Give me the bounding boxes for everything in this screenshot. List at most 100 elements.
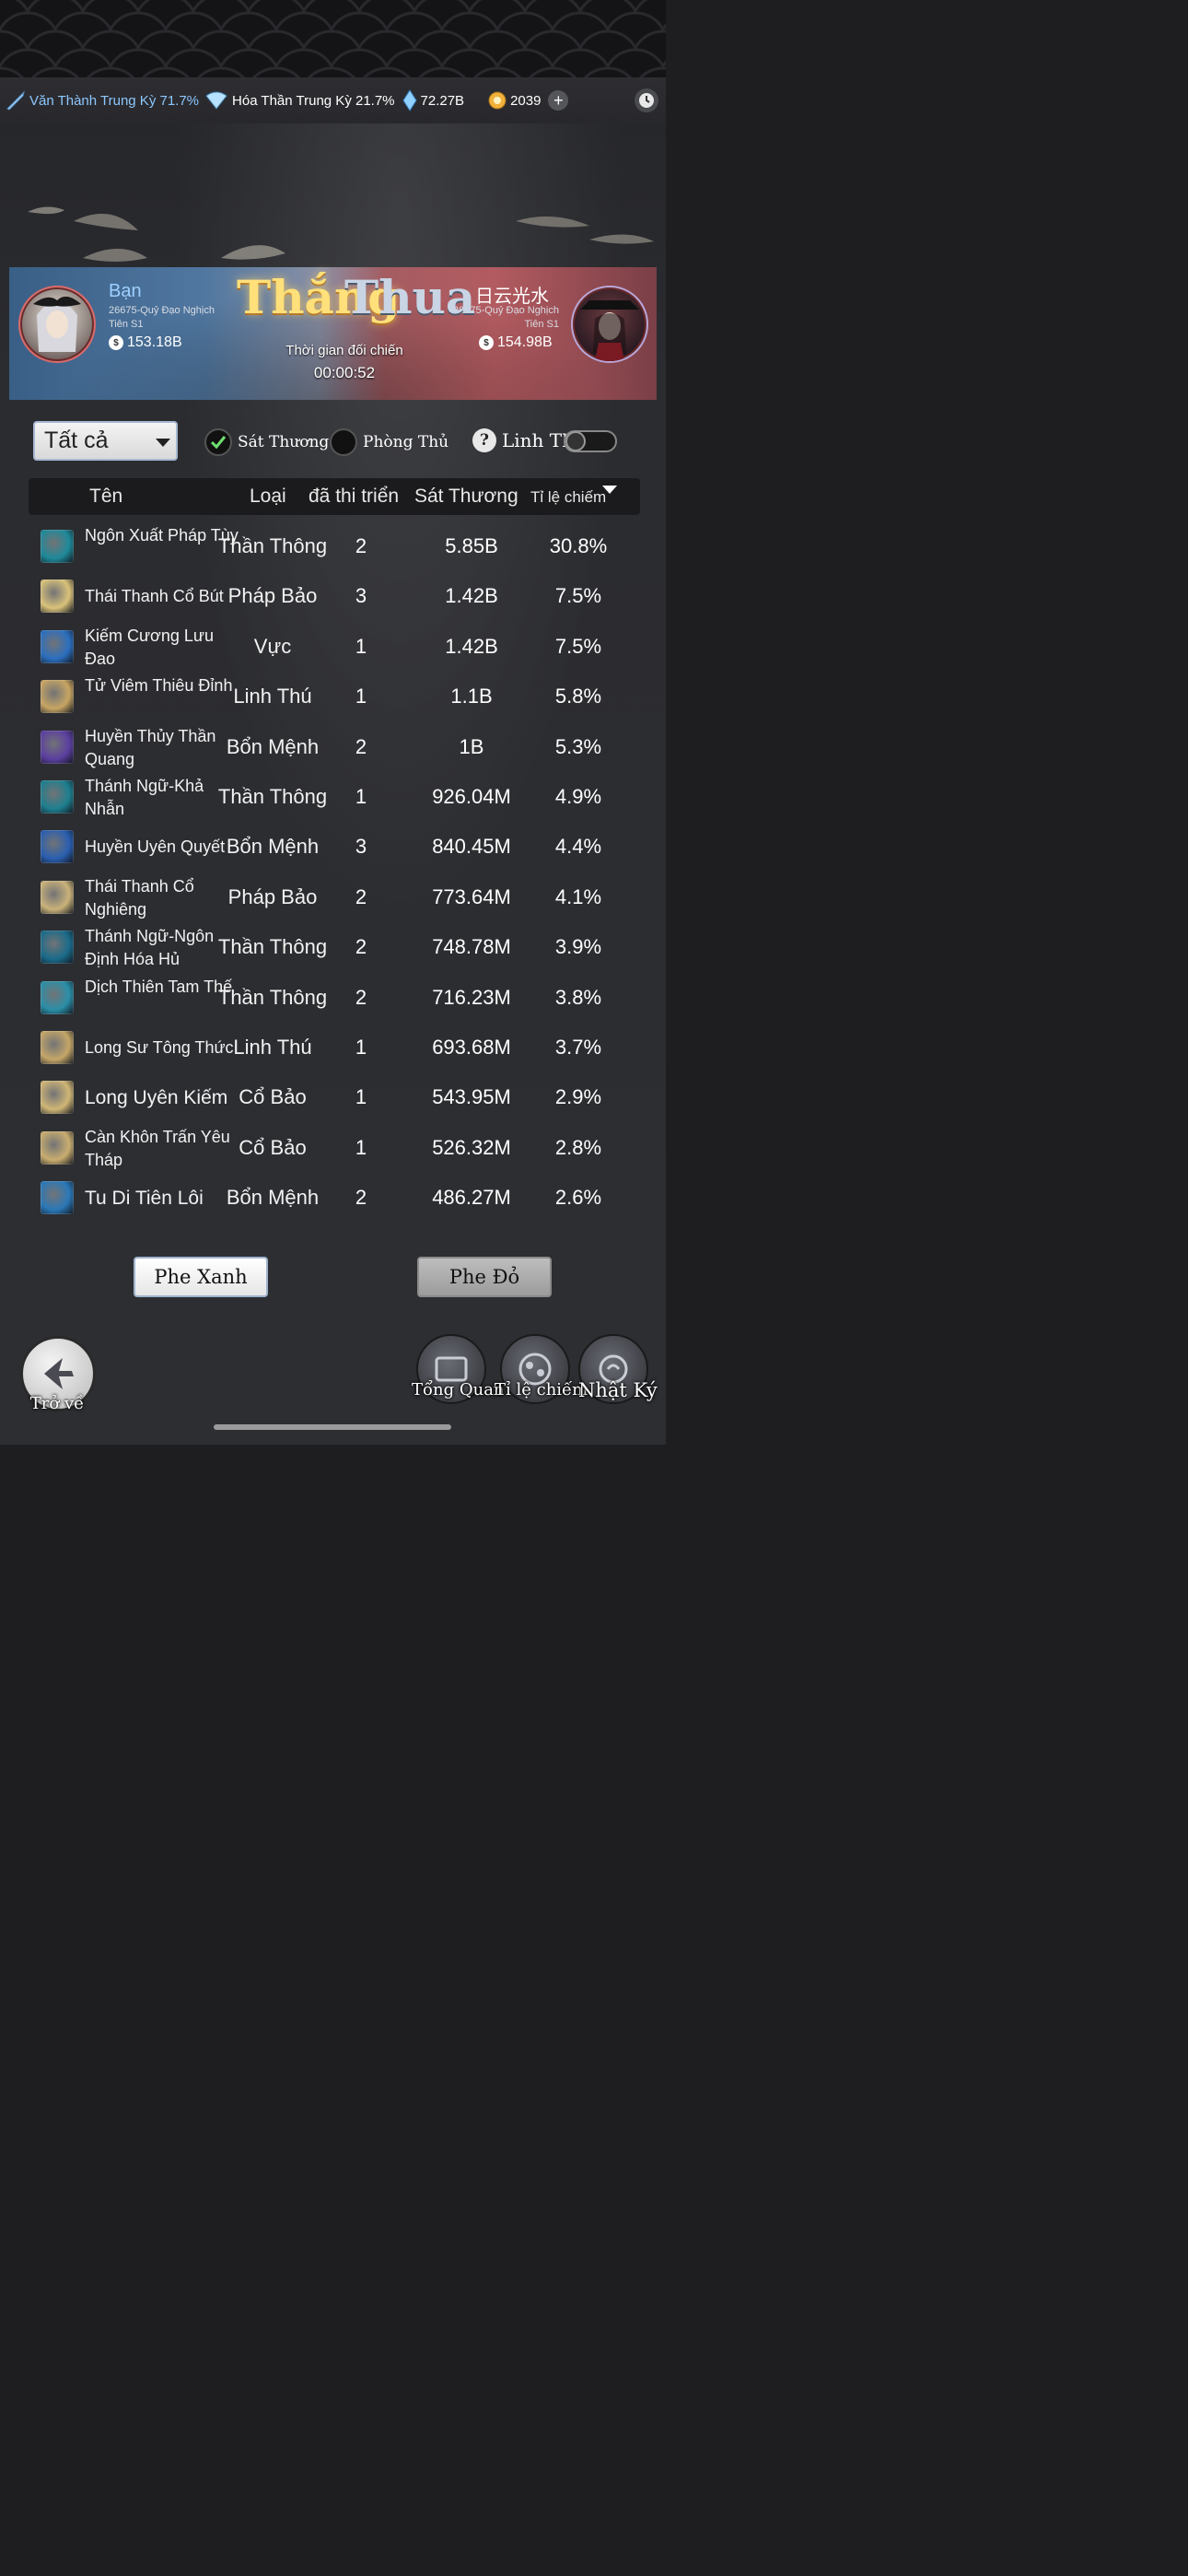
row-damage: 840.45M (432, 835, 511, 859)
table-row[interactable]: Tử Viêm Thiêu Đỉnh Linh Thú 1 1.1B 5.8% (0, 673, 666, 722)
header-ratio[interactable]: Tỉ lệ chiếm (530, 488, 610, 507)
beast-icon (41, 680, 74, 714)
row-ratio: 7.5% (554, 584, 602, 608)
row-ratio: 7.5% (554, 634, 602, 658)
row-type: Bổn Mệnh (226, 835, 320, 859)
sword-realm-icon (6, 90, 25, 111)
row-damage: 5.85B (445, 534, 498, 557)
chevron-down-icon (156, 439, 170, 447)
category-dropdown-value: Tất cả (44, 427, 109, 453)
header-count[interactable]: đã thi triển (309, 486, 399, 508)
opponent-avatar[interactable] (571, 286, 648, 363)
result-lose-text: Thua (344, 270, 476, 324)
ratio-label: Tỉ lệ chiếm (495, 1380, 588, 1399)
header-type[interactable]: Loại (250, 486, 286, 508)
damage-label: Sát Thương (238, 433, 330, 451)
inkstone-icon (41, 880, 74, 914)
back-arrow-icon (44, 1358, 74, 1389)
table-row[interactable]: Long Sư Tông Thức Linh Thú 1 693.68M 3.7% (0, 1024, 666, 1073)
slash-skill-icon (41, 780, 74, 814)
clock-icon (639, 93, 654, 108)
row-type: Thần Thông (217, 785, 328, 808)
row-count: 2 (355, 534, 367, 557)
row-damage: 526.32M (432, 1135, 511, 1159)
row-ratio: 4.4% (554, 835, 602, 859)
row-damage: 543.95M (432, 1085, 511, 1109)
sword-treasure-icon (41, 1081, 74, 1115)
power-coin-icon: $ (479, 335, 494, 350)
row-type: Bổn Mệnh (226, 734, 320, 758)
unchecked-circle-icon (330, 428, 357, 456)
row-ratio: 2.6% (554, 1186, 602, 1210)
row-count: 2 (355, 884, 367, 908)
table-row[interactable]: Càn Khôn Trấn Yêu Tháp Cổ Bảo 1 526.32M 2.8% (0, 1124, 666, 1174)
lightning-skill-icon (41, 530, 74, 563)
red-side-button[interactable]: Phe Đỏ (417, 1257, 552, 1297)
player-power-value: 153.18B (127, 334, 182, 350)
vortex-icon (41, 830, 74, 864)
row-count: 2 (355, 935, 367, 959)
header-damage[interactable]: Sát Thương (414, 486, 518, 508)
category-dropdown[interactable]: Tất cả (33, 421, 178, 461)
table-row[interactable]: Long Uyên Kiếm Cổ Bảo 1 543.95M 2.9% (0, 1073, 666, 1123)
table-row[interactable]: Ngôn Xuất Pháp Tùy Thần Thông 2 5.85B 30.8% (0, 522, 666, 572)
row-count: 2 (355, 1186, 367, 1210)
help-icon[interactable]: ? (472, 428, 496, 452)
header-name[interactable]: Tên (89, 486, 122, 508)
table-row[interactable]: Thánh Ngữ-Khả Nhẫn Thần Thông 1 926.04M 4.9% (0, 773, 666, 823)
row-damage: 693.68M (432, 1036, 511, 1059)
gold-coin-icon (488, 91, 507, 110)
row-type: Pháp Bảo (227, 884, 318, 908)
row-count: 2 (355, 985, 367, 1009)
clock-button[interactable] (635, 88, 658, 112)
table-row[interactable]: Thánh Ngữ-Ngôn Định Hóa Hủ Thần Thông 2 748… (0, 923, 666, 973)
table-row[interactable]: Kiếm Cương Lưu Đao Vực 1 1.42B 7.5% (0, 623, 666, 673)
row-ratio: 4.1% (554, 884, 602, 908)
crystal-resource: 72.27B (402, 89, 464, 111)
damage-checkbox[interactable]: Sát Thương (204, 428, 329, 456)
row-ratio: 2.9% (554, 1085, 602, 1109)
row-damage: 1B (459, 734, 484, 758)
table-row[interactable]: Huyền Thủy Thần Quang Bổn Mệnh 2 1B 5.3% (0, 723, 666, 773)
row-damage: 1.1B (450, 685, 493, 708)
row-count: 1 (355, 1085, 367, 1109)
row-damage: 748.78M (432, 935, 511, 959)
opponent-power-value: 154.98B (497, 334, 553, 350)
row-damage: 486.27M (432, 1186, 511, 1210)
defense-checkbox[interactable]: Phòng Thủ (330, 428, 448, 456)
orb-icon (41, 730, 74, 764)
row-count: 1 (355, 1135, 367, 1159)
pet-toggle[interactable] (564, 430, 617, 452)
row-damage: 926.04M (432, 785, 511, 808)
table-row[interactable]: Dịch Thiên Tam Thế Thần Thông 2 716.23M 3.8% (0, 974, 666, 1024)
realm2-resource: Hóa Thần Trung Kỳ 21.7% (204, 90, 395, 111)
row-ratio: 3.9% (554, 935, 602, 959)
table-header: Tên Loại đã thi triển Sát Thương Tỉ lệ c… (29, 478, 640, 515)
add-gold-button[interactable]: + (548, 90, 569, 111)
thunder-icon (41, 1181, 74, 1215)
realm1-text: Văn Thành Trung Kỳ 71.7% (29, 92, 200, 109)
player-avatar[interactable] (18, 286, 96, 363)
player-name: Bạn (109, 281, 142, 301)
storm-skill-icon (41, 931, 74, 965)
row-damage: 1.42B (445, 634, 498, 658)
table-row[interactable]: Huyền Uyên Quyết Bổn Mệnh 3 840.45M 4.4% (0, 823, 666, 872)
overview-label: Tổng Quan (412, 1380, 505, 1399)
sort-desc-icon[interactable] (602, 486, 617, 494)
player-server: 26675-Quỷ Đạo Nghịch Tiên S1 (109, 305, 215, 330)
ice-skill-icon (41, 980, 74, 1014)
row-count: 2 (355, 734, 367, 758)
table-row[interactable]: Tu Di Tiên Lôi Bổn Mệnh 2 486.27M 2.6% (0, 1174, 666, 1224)
gold-amount: 2039 (510, 92, 542, 109)
blue-side-button[interactable]: Phe Xanh (134, 1257, 268, 1297)
row-type: Linh Thú (233, 1036, 312, 1059)
row-ratio: 3.8% (554, 985, 602, 1009)
back-label: Trở về (29, 1394, 85, 1413)
table-row[interactable]: Thái Thanh Cổ Bút Pháp Bảo 3 1.42B 7.5% (0, 572, 666, 622)
table-row[interactable]: Thái Thanh Cổ Nghiêng Pháp Bảo 2 773.64M 4.1… (0, 873, 666, 923)
row-damage: 773.64M (432, 884, 511, 908)
row-count: 1 (355, 634, 367, 658)
row-type: Thần Thông (217, 935, 328, 959)
fan-realm-icon (205, 91, 227, 110)
tower-treasure-icon (41, 1130, 74, 1165)
